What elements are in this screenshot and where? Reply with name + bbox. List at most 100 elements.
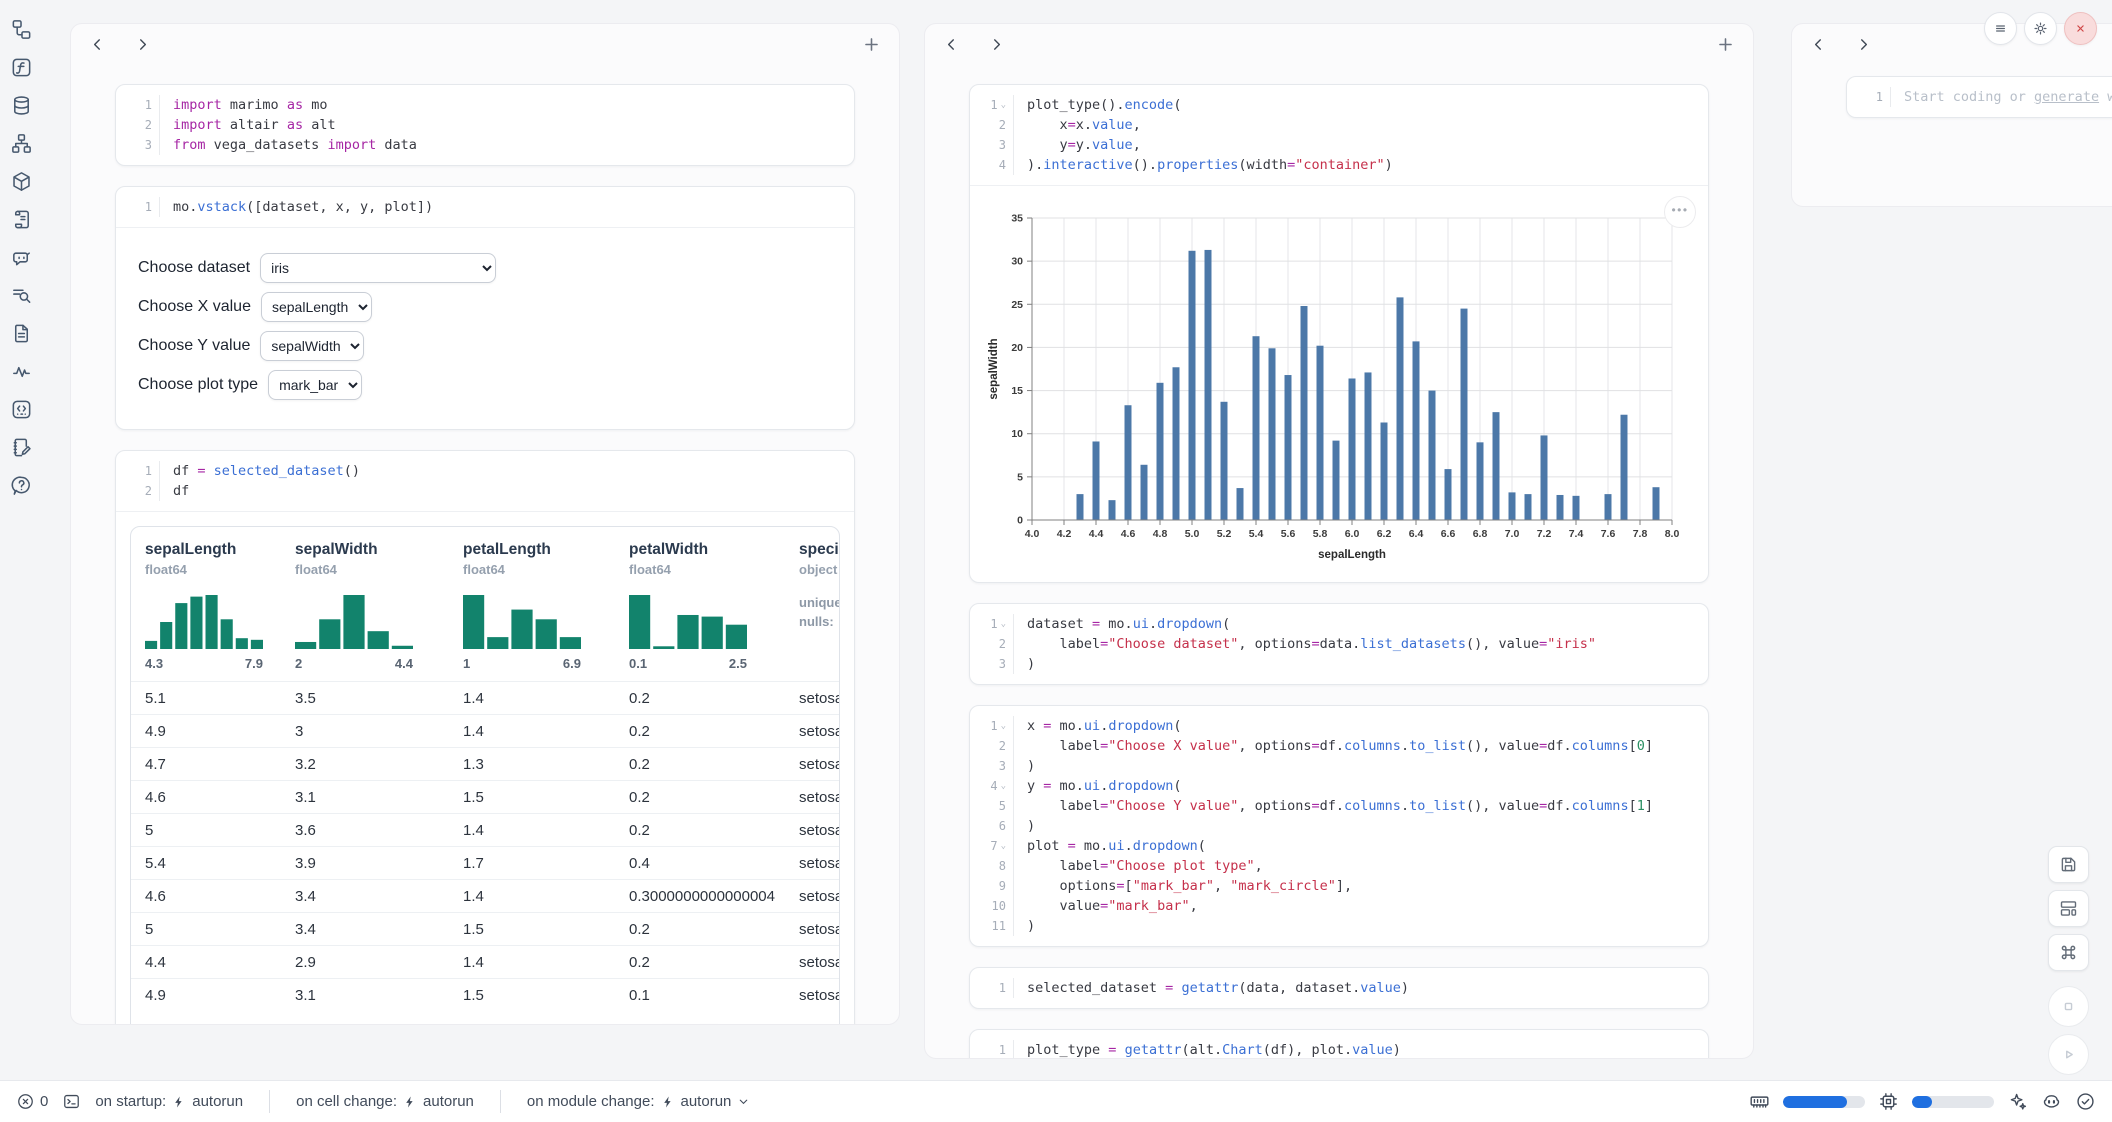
sidebar-tracing-button[interactable]	[8, 358, 34, 384]
choose-plot-type-select[interactable]: mark_bar	[268, 370, 362, 400]
code-editor[interactable]: 1Start coding or generate with AI	[1847, 77, 2112, 117]
sidebar-ai-chat-button[interactable]	[8, 244, 34, 270]
column-header[interactable]: sepalLengthfloat644.37.9	[131, 527, 281, 682]
prev-page-button[interactable]: ‹	[494, 1024, 524, 1026]
runtime-on-module-change[interactable]: on module change: autorun	[527, 1093, 750, 1110]
code-editor[interactable]: 1⌄plot_type().encode(2 x=x.value,3 y=y.v…	[970, 85, 1708, 185]
line-number: 2	[116, 115, 160, 135]
choose-y-value-select[interactable]: sepalWidth	[260, 331, 364, 361]
sidebar-dependency-graph-button[interactable]	[8, 130, 34, 156]
column-range: 24.4	[295, 656, 413, 671]
notebook-cell[interactable]: 1⌄x = mo.ui.dropdown(2 label="Choose X v…	[969, 705, 1709, 947]
add-column-button[interactable]	[1716, 35, 1735, 54]
sidebar-packages-button[interactable]	[8, 168, 34, 194]
first-page-button[interactable]: «	[456, 1024, 486, 1026]
chevron-right-icon[interactable]	[134, 36, 151, 53]
sidebar-documentation-button[interactable]	[8, 320, 34, 346]
code-editor[interactable]: 1plot_type = getattr(alt.Chart(df), plot…	[970, 1030, 1708, 1059]
run-button[interactable]	[2048, 1034, 2089, 1075]
add-column-button[interactable]	[862, 35, 881, 54]
chevron-right-icon[interactable]	[1855, 36, 1872, 53]
keyboard-shortcuts-button[interactable]	[2048, 934, 2089, 971]
ai-assist-button[interactable]	[2007, 1091, 2028, 1112]
menu-button[interactable]	[1984, 12, 2017, 45]
sidebar-help-button[interactable]	[8, 472, 34, 498]
save-button[interactable]	[2048, 846, 2089, 883]
table-row[interactable]: 4.93.11.50.1setosa	[131, 979, 840, 1012]
notebook-cell[interactable]: 1plot_type = getattr(alt.Chart(df), plot…	[969, 1029, 1709, 1059]
copilot-icon	[2041, 1091, 2062, 1112]
table-cell: 1.4	[449, 682, 615, 715]
memory-usage[interactable]	[1749, 1091, 1770, 1112]
table-cell: 5.4	[131, 847, 281, 880]
notebook-cell[interactable]: 1Start coding or generate with AI	[1846, 76, 2112, 118]
settings-button[interactable]	[2024, 12, 2057, 45]
sidebar-datasources-button[interactable]	[8, 92, 34, 118]
fold-icon[interactable]: ⌄	[1001, 614, 1006, 634]
next-page-button[interactable]: ›	[656, 1024, 686, 1026]
table-row[interactable]: 5.43.91.70.4setosa	[131, 847, 840, 880]
code-editor[interactable]: 1selected_dataset = getattr(data, datase…	[970, 968, 1708, 1008]
notebook-cell[interactable]: 1⌄plot_type().encode(2 x=x.value,3 y=y.v…	[969, 84, 1709, 583]
copilot-button[interactable]	[2041, 1091, 2062, 1112]
code-editor[interactable]: 1df = selected_dataset()2df	[116, 451, 854, 511]
line-number: 8	[970, 856, 1014, 876]
runtime-on-cell-change[interactable]: on cell change: autorun	[296, 1093, 474, 1110]
sidebar-variables-search-button[interactable]	[8, 282, 34, 308]
table-cell: 3.1	[281, 781, 449, 814]
sidebar-snippets-button[interactable]	[8, 396, 34, 422]
errors-indicator[interactable]: 0	[16, 1092, 48, 1111]
chevron-left-icon[interactable]	[943, 36, 960, 53]
column-header[interactable]: speciesobjectuniquenulls:	[785, 527, 840, 682]
table-row[interactable]: 53.61.40.2setosa	[131, 814, 840, 847]
column-header[interactable]: petalWidthfloat640.12.5	[615, 527, 785, 682]
column-header[interactable]: petalLengthfloat6416.9	[449, 527, 615, 682]
code-editor[interactable]: 1⌄x = mo.ui.dropdown(2 label="Choose X v…	[970, 706, 1708, 946]
table-cell: 0.2	[615, 715, 785, 748]
choose-x-value-select[interactable]: sepalLength	[261, 292, 372, 322]
column-header[interactable]: sepalWidthfloat6424.4	[281, 527, 449, 682]
cpu-usage[interactable]	[1878, 1091, 1899, 1112]
choose-dataset-select[interactable]: iris	[260, 253, 496, 283]
fold-icon[interactable]: ⌄	[1001, 95, 1006, 115]
notebook-cell[interactable]: 1df = selected_dataset()2df sepalLengthfl…	[115, 450, 855, 1025]
chevron-right-icon[interactable]	[988, 36, 1005, 53]
fold-icon[interactable]: ⌄	[1001, 716, 1006, 736]
notebook-cell[interactable]: 1import marimo as mo2import altair as al…	[115, 84, 855, 166]
notebook-cell[interactable]: 1mo.vstack([dataset, x, y, plot])Choose …	[115, 186, 855, 430]
chart-menu-button[interactable]: •••	[1664, 196, 1696, 228]
code-editor[interactable]: 1⌄dataset = mo.ui.dropdown(2 label="Choo…	[970, 604, 1708, 684]
chevron-left-icon[interactable]	[1810, 36, 1827, 53]
table-row[interactable]: 4.931.40.2setosa	[131, 715, 840, 748]
last-page-button[interactable]: »	[694, 1024, 724, 1026]
svg-text:7.6: 7.6	[1601, 528, 1616, 540]
table-row[interactable]: 4.42.91.40.2setosa	[131, 946, 840, 979]
table-row[interactable]: 5.13.51.40.2setosa	[131, 682, 840, 715]
table-row[interactable]: 4.73.21.30.2setosa	[131, 748, 840, 781]
table-row[interactable]: 53.41.50.2setosa	[131, 913, 840, 946]
table-row[interactable]: 4.63.41.40.3000000000000004setosa	[131, 880, 840, 913]
chevron-down-icon	[737, 1095, 750, 1108]
table-cell: 5	[131, 814, 281, 847]
notebook-column-1: 1import marimo as mo2import altair as al…	[70, 23, 900, 1025]
notebook-cell[interactable]: 1⌄dataset = mo.ui.dropdown(2 label="Choo…	[969, 603, 1709, 685]
layout-button[interactable]	[2048, 890, 2089, 927]
terminal-button[interactable]	[62, 1092, 81, 1111]
fold-icon[interactable]: ⌄	[1001, 836, 1006, 856]
table-row[interactable]: 4.63.11.50.2setosa	[131, 781, 840, 814]
shutdown-button[interactable]	[2064, 12, 2097, 45]
sidebar-function-cells-button[interactable]	[8, 54, 34, 80]
table-cell: 1.3	[449, 748, 615, 781]
sidebar-scratchpad-button[interactable]	[8, 434, 34, 460]
notebook-cell[interactable]: 1selected_dataset = getattr(data, datase…	[969, 967, 1709, 1009]
code-editor[interactable]: 1import marimo as mo2import altair as al…	[116, 85, 854, 165]
fold-icon[interactable]: ⌄	[1001, 776, 1006, 796]
line-number: 3	[970, 654, 1014, 674]
stop-button[interactable]	[2048, 986, 2089, 1027]
connection-status[interactable]	[2075, 1091, 2096, 1112]
chevron-left-icon[interactable]	[89, 36, 106, 53]
sidebar-logs-button[interactable]	[8, 206, 34, 232]
runtime-on-startup[interactable]: on startup: autorun	[95, 1093, 243, 1110]
code-editor[interactable]: 1mo.vstack([dataset, x, y, plot])	[116, 187, 854, 227]
sidebar-file-explorer-button[interactable]	[8, 16, 34, 42]
